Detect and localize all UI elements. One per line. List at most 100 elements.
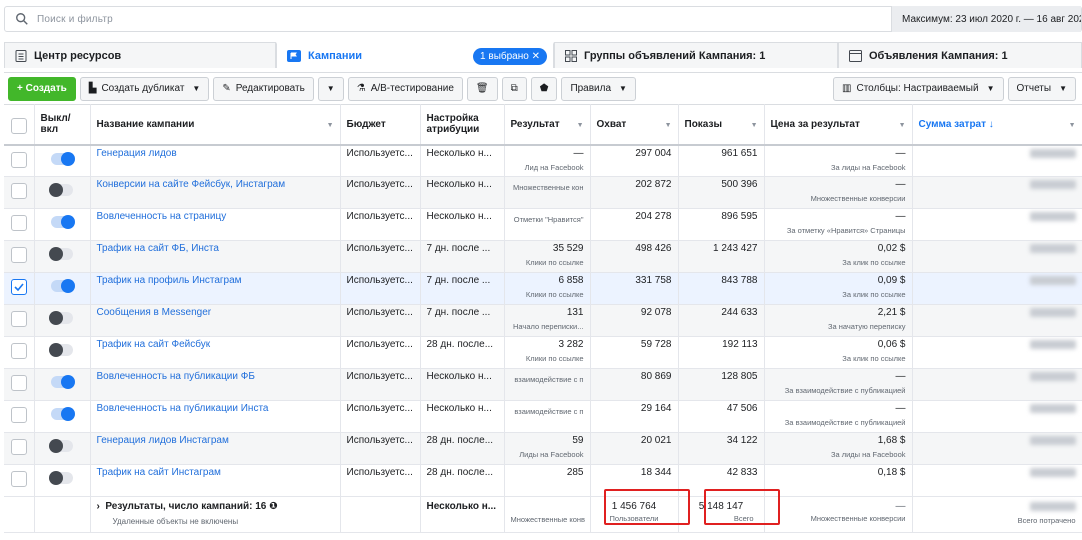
campaign-toggle[interactable] bbox=[49, 247, 73, 261]
row-checkbox[interactable] bbox=[10, 247, 27, 263]
totals-label-cell[interactable]: › Результаты, число кампаний: 16 ❶ Удале… bbox=[90, 496, 341, 533]
table-row[interactable]: Трафик на профиль Инстаграм Используетс..… bbox=[4, 272, 1082, 305]
row-checkbox[interactable] bbox=[10, 279, 27, 295]
row-checkbox[interactable] bbox=[10, 375, 27, 391]
campaign-link[interactable]: Трафик на сайт Фейсбук bbox=[97, 339, 211, 350]
tag-button[interactable]: ⬟ bbox=[530, 76, 558, 101]
campaign-toggle[interactable] bbox=[51, 407, 75, 421]
selected-badge[interactable]: 1 выбрано ✕ bbox=[473, 48, 547, 65]
row-checkbox[interactable] bbox=[10, 151, 27, 168]
campaign-link[interactable]: Трафик на сайт ФБ, Инста bbox=[97, 243, 219, 254]
create-button[interactable]: + Создать bbox=[8, 76, 76, 101]
table-row[interactable]: Конверсии на сайте Фейсбук, Инстаграм Исп… bbox=[4, 176, 1082, 209]
row-select-cell[interactable] bbox=[4, 432, 35, 465]
row-toggle-cell[interactable] bbox=[34, 240, 91, 273]
row-select-cell[interactable] bbox=[4, 368, 35, 401]
edit-dropdown-button[interactable]: ▼ bbox=[317, 76, 344, 101]
row-select-cell[interactable] bbox=[4, 464, 35, 497]
row-select-cell[interactable] bbox=[4, 144, 35, 177]
campaign-toggle[interactable] bbox=[49, 471, 73, 485]
campaign-toggle[interactable] bbox=[49, 311, 73, 325]
row-toggle-cell[interactable] bbox=[34, 208, 91, 241]
row-checkbox[interactable] bbox=[10, 343, 27, 359]
table-row[interactable]: Вовлеченность на публикации Инста Использ… bbox=[4, 400, 1082, 433]
table-row[interactable]: Генерация лидов Используетс... Несколько н… bbox=[4, 144, 1082, 177]
campaign-name[interactable]: Трафик на сайт ФБ, Инста bbox=[90, 240, 341, 273]
table-row[interactable]: Генерация лидов Инстаграм Используетс... 2… bbox=[4, 432, 1082, 465]
tab-resource-center[interactable]: Центр ресурсов bbox=[4, 42, 276, 68]
tab-ad-groups[interactable]: Группы объявлений Кампания: 1 bbox=[554, 42, 838, 68]
rules-button[interactable]: Правила ▼ bbox=[561, 76, 636, 101]
row-toggle-cell[interactable] bbox=[34, 336, 91, 369]
col-attribution[interactable]: Настройка атрибуции bbox=[420, 104, 505, 146]
preview-button[interactable]: ⧉ bbox=[501, 76, 527, 101]
campaign-name[interactable]: Вовлеченность на страницу bbox=[90, 208, 341, 241]
campaign-name[interactable]: Трафик на профиль Инстаграм bbox=[90, 272, 341, 305]
col-cost-per-result[interactable]: Цена за результат ▼ bbox=[764, 104, 913, 146]
row-select-cell[interactable] bbox=[4, 304, 35, 337]
campaign-toggle[interactable] bbox=[51, 375, 75, 389]
close-icon[interactable]: ✕ bbox=[532, 51, 540, 62]
row-checkbox[interactable] bbox=[10, 407, 27, 423]
campaign-link[interactable]: Конверсии на сайте Фейсбук, Инстаграм bbox=[97, 179, 286, 190]
search-filter-bar[interactable]: Поиск и фильтр Максимум: 23 июл 2020 г. … bbox=[4, 6, 1082, 32]
row-checkbox[interactable] bbox=[10, 215, 27, 231]
campaign-toggle[interactable] bbox=[51, 279, 75, 293]
campaign-name[interactable]: Трафик на сайт Фейсбук bbox=[90, 336, 341, 369]
info-icon[interactable]: ❶ bbox=[266, 501, 277, 512]
col-name[interactable]: Название кампании ▼ bbox=[90, 104, 341, 146]
row-toggle-cell[interactable] bbox=[34, 400, 91, 433]
campaign-link[interactable]: Вовлеченность на публикации Инста bbox=[97, 403, 269, 414]
date-range-picker[interactable]: Максимум: 23 июл 2020 г. — 16 авг 2021 г… bbox=[891, 6, 1081, 32]
campaign-name[interactable]: Вовлеченность на публикации Инста bbox=[90, 400, 341, 433]
row-checkbox[interactable] bbox=[10, 311, 27, 327]
delete-button[interactable]: 🗑 bbox=[466, 76, 498, 101]
columns-button[interactable]: ▥ Столбцы: Настраиваемый ▼ bbox=[833, 76, 1004, 101]
row-select-cell[interactable] bbox=[4, 176, 35, 209]
tab-ads[interactable]: Объявления Кампания: 1 bbox=[838, 42, 1082, 68]
col-spend[interactable]: Сумма затрат ↓ ▼ bbox=[912, 104, 1082, 146]
row-select-cell[interactable] bbox=[4, 400, 35, 433]
col-toggle[interactable]: Выкл/вкл bbox=[34, 104, 91, 146]
campaign-toggle[interactable] bbox=[51, 151, 75, 166]
table-row[interactable]: Трафик на сайт Инстаграм Используетс... 28… bbox=[4, 464, 1082, 497]
campaign-link[interactable]: Трафик на сайт Инстаграм bbox=[97, 467, 221, 478]
campaign-toggle[interactable] bbox=[51, 215, 75, 229]
campaign-name[interactable]: Сообщения в Messenger bbox=[90, 304, 341, 337]
reports-button[interactable]: Отчеты ▼ bbox=[1007, 76, 1076, 101]
select-all-header[interactable] bbox=[4, 104, 35, 146]
campaign-link[interactable]: Сообщения в Messenger bbox=[97, 307, 212, 318]
ab-test-button[interactable]: ⚗ А/В-тестирование bbox=[347, 76, 463, 101]
row-toggle-cell[interactable] bbox=[34, 144, 91, 177]
campaign-link[interactable]: Вовлеченность на публикации ФБ bbox=[97, 371, 255, 382]
table-row[interactable]: Сообщения в Messenger Используетс... 7 дн.… bbox=[4, 304, 1082, 337]
row-toggle-cell[interactable] bbox=[34, 304, 91, 337]
row-select-cell[interactable] bbox=[4, 336, 35, 369]
row-toggle-cell[interactable] bbox=[34, 176, 91, 209]
table-row[interactable]: Вовлеченность на страницу Используетс... Н… bbox=[4, 208, 1082, 241]
row-checkbox[interactable] bbox=[10, 439, 27, 455]
campaign-toggle[interactable] bbox=[49, 343, 73, 357]
campaign-name[interactable]: Конверсии на сайте Фейсбук, Инстаграм bbox=[90, 176, 341, 209]
row-checkbox[interactable] bbox=[10, 471, 27, 487]
campaign-toggle[interactable] bbox=[49, 183, 73, 197]
campaign-name[interactable]: Генерация лидов bbox=[90, 144, 341, 177]
row-toggle-cell[interactable] bbox=[34, 368, 91, 401]
select-all-checkbox[interactable] bbox=[10, 118, 27, 135]
campaign-toggle[interactable] bbox=[49, 439, 73, 453]
row-select-cell[interactable] bbox=[4, 272, 35, 305]
campaign-link[interactable]: Трафик на профиль Инстаграм bbox=[97, 275, 242, 286]
table-row[interactable]: Трафик на сайт Фейсбук Используетс... 28 д… bbox=[4, 336, 1082, 369]
chevron-down-icon[interactable]: ▼ bbox=[192, 84, 200, 93]
col-budget[interactable]: Бюджет bbox=[340, 104, 421, 146]
col-result[interactable]: Результат ▼ bbox=[504, 104, 591, 146]
col-impressions[interactable]: Показы ▼ bbox=[678, 104, 765, 146]
row-toggle-cell[interactable] bbox=[34, 272, 91, 305]
duplicate-button[interactable]: ▙ Создать дубликат ▼ bbox=[79, 76, 210, 101]
row-toggle-cell[interactable] bbox=[34, 432, 91, 465]
row-checkbox[interactable] bbox=[10, 183, 27, 199]
col-reach[interactable]: Охват ▼ bbox=[590, 104, 679, 146]
campaign-name[interactable]: Генерация лидов Инстаграм bbox=[90, 432, 341, 465]
tab-campaigns[interactable]: Кампании 1 выбрано ✕ bbox=[276, 42, 554, 68]
campaign-link[interactable]: Вовлеченность на страницу bbox=[97, 211, 227, 222]
